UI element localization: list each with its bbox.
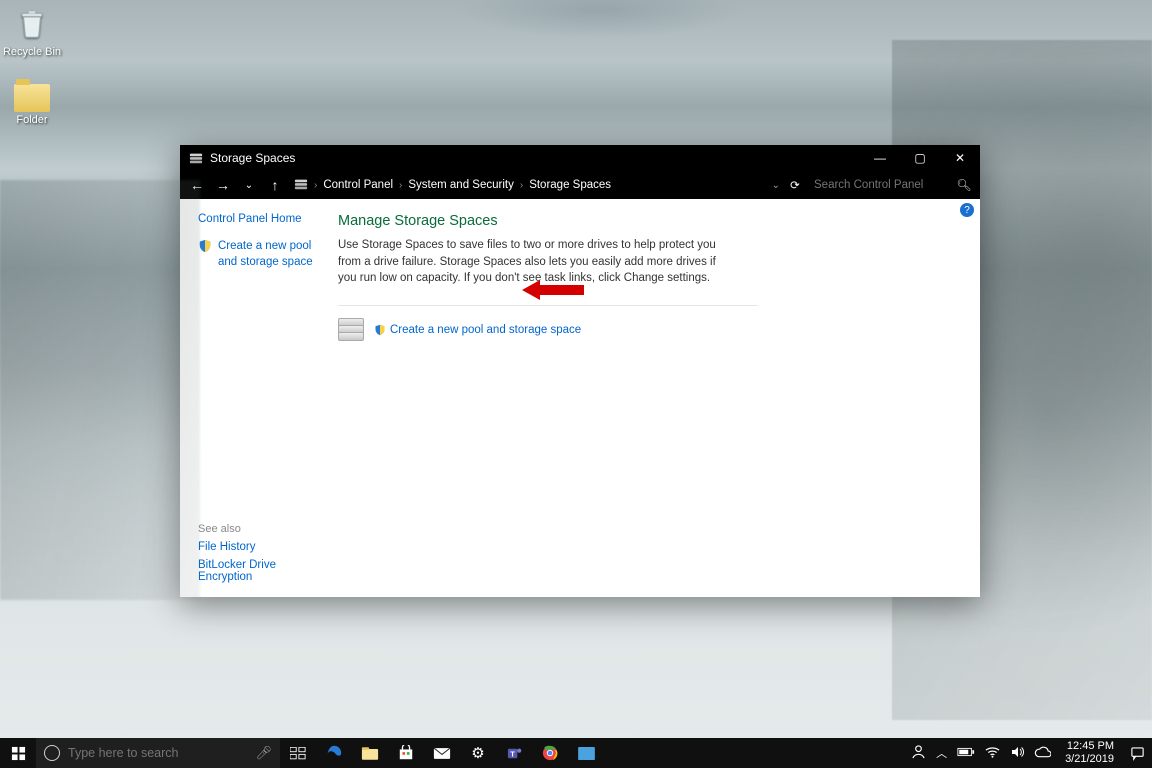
clock-date: 3/21/2019 <box>1065 753 1114 766</box>
uac-shield-icon <box>374 324 386 336</box>
create-pool-task-link[interactable]: Create a new pool and storage space <box>198 239 330 270</box>
see-also-heading: See also <box>198 523 330 535</box>
system-tray: ︿ <box>905 744 1057 762</box>
breadcrumb-separator: › <box>314 180 317 191</box>
onedrive-icon[interactable] <box>1034 746 1051 761</box>
trash-icon <box>12 4 52 44</box>
see-also-bitlocker[interactable]: BitLocker Drive Encryption <box>198 559 330 583</box>
wifi-icon[interactable] <box>985 746 1000 761</box>
page-description: Use Storage Spaces to save files to two … <box>338 237 728 287</box>
page-heading: Manage Storage Spaces <box>338 213 950 229</box>
help-icon[interactable]: ? <box>960 203 974 217</box>
mail-icon[interactable] <box>424 738 460 768</box>
search-input[interactable] <box>810 174 950 196</box>
breadcrumb-system-security[interactable]: System and Security <box>408 179 513 191</box>
close-button[interactable]: ✕ <box>940 145 980 171</box>
maximize-button[interactable]: ▢ <box>900 145 940 171</box>
window-icon <box>188 150 204 166</box>
breadcrumb-storage-spaces[interactable]: Storage Spaces <box>529 179 611 191</box>
mic-icon[interactable]: 🎤︎ <box>255 745 272 761</box>
desktop-folder-icon[interactable]: Folder <box>0 78 68 126</box>
divider <box>338 305 758 306</box>
taskbar-search-input[interactable] <box>68 746 247 760</box>
folder-icon <box>14 84 50 112</box>
start-button[interactable] <box>0 738 36 768</box>
people-icon[interactable] <box>911 744 926 762</box>
search-icon[interactable]: 🔍︎ <box>954 178 974 192</box>
clock-time: 12:45 PM <box>1065 740 1114 753</box>
forward-button[interactable]: → <box>212 174 234 196</box>
taskbar-pinned: ⚙ T <box>280 738 604 768</box>
titlebar[interactable]: Storage Spaces — ▢ ✕ <box>180 145 980 171</box>
content-area: ? Control Panel Home Create a new pool a… <box>180 199 980 597</box>
see-also-file-history[interactable]: File History <box>198 541 330 553</box>
taskbar-search[interactable]: 🎤︎ <box>36 738 280 768</box>
taskbar: 🎤︎ ⚙ T <box>0 738 1152 768</box>
breadcrumb: › Control Panel › System and Security › … <box>290 177 764 194</box>
edge-icon[interactable] <box>316 738 352 768</box>
main-panel: Manage Storage Spaces Use Storage Spaces… <box>338 199 980 597</box>
control-panel-home-link[interactable]: Control Panel Home <box>198 213 330 225</box>
action-center-button[interactable] <box>1122 738 1152 768</box>
address-dropdown-button[interactable]: ⌄ <box>768 180 780 191</box>
window-title: Storage Spaces <box>210 151 860 165</box>
taskbar-clock[interactable]: 12:45 PM 3/21/2019 <box>1057 740 1122 765</box>
breadcrumb-control-panel[interactable]: Control Panel <box>323 179 393 191</box>
storage-spaces-window: Storage Spaces — ▢ ✕ ← → ⌄ ↑ › Control P… <box>180 145 980 597</box>
create-pool-link-label: Create a new pool and storage space <box>390 324 581 336</box>
recycle-bin-icon[interactable]: Recycle Bin <box>0 4 68 58</box>
cortana-icon <box>44 745 60 761</box>
create-pool-link[interactable]: Create a new pool and storage space <box>374 324 581 336</box>
chrome-icon[interactable] <box>532 738 568 768</box>
action-row: Create a new pool and storage space <box>338 318 950 342</box>
store-icon[interactable] <box>388 738 424 768</box>
left-nav: Control Panel Home Create a new pool and… <box>180 199 338 597</box>
minimize-button[interactable]: — <box>860 145 900 171</box>
battery-icon[interactable] <box>957 746 975 760</box>
uac-shield-icon <box>198 239 212 253</box>
refresh-button[interactable]: ⟳ <box>784 178 806 192</box>
create-pool-task-label: Create a new pool and storage space <box>218 239 330 270</box>
app-icon[interactable] <box>568 738 604 768</box>
task-view-button[interactable] <box>280 738 316 768</box>
tray-overflow-icon[interactable]: ︿ <box>936 745 947 761</box>
disk-stack-icon <box>338 318 364 342</box>
breadcrumb-root-icon[interactable] <box>294 177 308 194</box>
svg-text:T: T <box>510 749 515 758</box>
recent-locations-button[interactable]: ⌄ <box>238 174 260 196</box>
breadcrumb-separator: › <box>399 180 402 191</box>
volume-icon[interactable] <box>1010 745 1024 762</box>
up-button[interactable]: ↑ <box>264 174 286 196</box>
file-explorer-icon[interactable] <box>352 738 388 768</box>
folder-label: Folder <box>0 114 68 126</box>
desktop: Recycle Bin Folder Storage Spaces — ▢ ✕ … <box>0 0 1152 768</box>
breadcrumb-separator: › <box>520 180 523 191</box>
recycle-bin-label: Recycle Bin <box>0 46 68 58</box>
teams-icon[interactable]: T <box>496 738 532 768</box>
settings-icon[interactable]: ⚙ <box>460 738 496 768</box>
address-bar: ← → ⌄ ↑ › Control Panel › System and Sec… <box>180 171 980 199</box>
back-button[interactable]: ← <box>186 174 208 196</box>
